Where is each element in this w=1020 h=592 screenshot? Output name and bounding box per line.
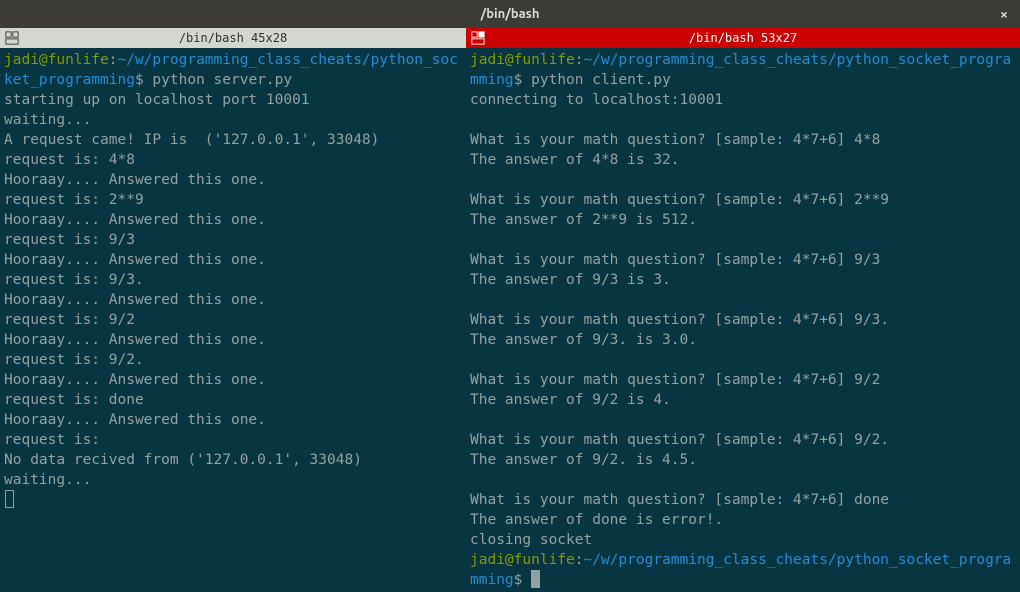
right-pane-header[interactable]: /bin/bash 53x27 — [466, 28, 1020, 48]
output-line: starting up on localhost port 10001 — [4, 92, 310, 108]
prompt-user: jadi@funlife — [4, 52, 109, 68]
cursor-icon — [531, 570, 540, 588]
command-text: python server.py — [152, 72, 292, 88]
output-line: request is: 9/3. — [4, 272, 144, 288]
output-line: waiting... — [4, 112, 91, 128]
output-line: What is your math question? [sample: 4*7… — [470, 372, 880, 388]
command-text: python client.py — [531, 72, 671, 88]
output-line: What is your math question? [sample: 4*7… — [470, 492, 889, 508]
output-line: request is: 9/2 — [4, 312, 135, 328]
output-line: request is: 2**9 — [4, 192, 144, 208]
output-line: request is: 9/3 — [4, 232, 135, 248]
output-line: Hooraay.... Answered this one. — [4, 332, 266, 348]
left-pane-header[interactable]: /bin/bash 45x28 — [0, 28, 466, 48]
output-line: What is your math question? [sample: 4*7… — [470, 432, 889, 448]
output-line: Hooraay.... Answered this one. — [4, 292, 266, 308]
prompt-user: jadi@funlife — [470, 552, 575, 568]
close-icon[interactable]: × — [996, 6, 1012, 22]
output-line: The answer of 9/2. is 4.5. — [470, 452, 697, 468]
output-line: The answer of 4*8 is 32. — [470, 152, 680, 168]
output-line: Hooraay.... Answered this one. — [4, 412, 266, 428]
terminal-split-icon — [470, 30, 486, 46]
output-line: closing socket — [470, 532, 592, 548]
window-titlebar: /bin/bash × — [0, 0, 1020, 28]
output-line: Hooraay.... Answered this one. — [4, 212, 266, 228]
cursor-icon — [5, 490, 14, 508]
left-pane-title: /bin/bash 45x28 — [179, 31, 287, 45]
output-line: Hooraay.... Answered this one. — [4, 372, 266, 388]
terminal-panes: /bin/bash 45x28 jadi@funlife:~/w/program… — [0, 28, 1020, 592]
right-pane-title: /bin/bash 53x27 — [689, 31, 797, 45]
left-pane: /bin/bash 45x28 jadi@funlife:~/w/program… — [0, 28, 466, 592]
output-line: A request came! IP is ('127.0.0.1', 3304… — [4, 132, 379, 148]
output-line: No data recived from ('127.0.0.1', 33048… — [4, 452, 362, 468]
right-pane: /bin/bash 53x27 jadi@funlife:~/w/program… — [466, 28, 1020, 592]
output-line: What is your math question? [sample: 4*7… — [470, 312, 889, 328]
output-line: The answer of done is error!. — [470, 512, 723, 528]
prompt-user: jadi@funlife — [470, 52, 575, 68]
output-line: request is: 4*8 — [4, 152, 135, 168]
output-line: The answer of 2**9 is 512. — [470, 212, 697, 228]
output-line: connecting to localhost:10001 — [470, 92, 723, 108]
output-line: The answer of 9/2 is 4. — [470, 392, 671, 408]
output-line: request is: 9/2. — [4, 352, 144, 368]
output-line: request is: done — [4, 392, 144, 408]
output-line: What is your math question? [sample: 4*7… — [470, 192, 889, 208]
output-line: Hooraay.... Answered this one. — [4, 252, 266, 268]
window-title: /bin/bash — [481, 7, 540, 21]
output-line: What is your math question? [sample: 4*7… — [470, 252, 880, 268]
output-line: Hooraay.... Answered this one. — [4, 172, 266, 188]
terminal-split-icon — [4, 30, 20, 46]
output-line: The answer of 9/3. is 3.0. — [470, 332, 697, 348]
output-line: What is your math question? [sample: 4*7… — [470, 132, 880, 148]
output-line: request is: — [4, 432, 100, 448]
output-line: waiting... — [4, 472, 91, 488]
right-terminal-body[interactable]: jadi@funlife:~/w/programming_class_cheat… — [466, 48, 1020, 592]
output-line: The answer of 9/3 is 3. — [470, 272, 671, 288]
left-terminal-body[interactable]: jadi@funlife:~/w/programming_class_cheat… — [0, 48, 466, 592]
